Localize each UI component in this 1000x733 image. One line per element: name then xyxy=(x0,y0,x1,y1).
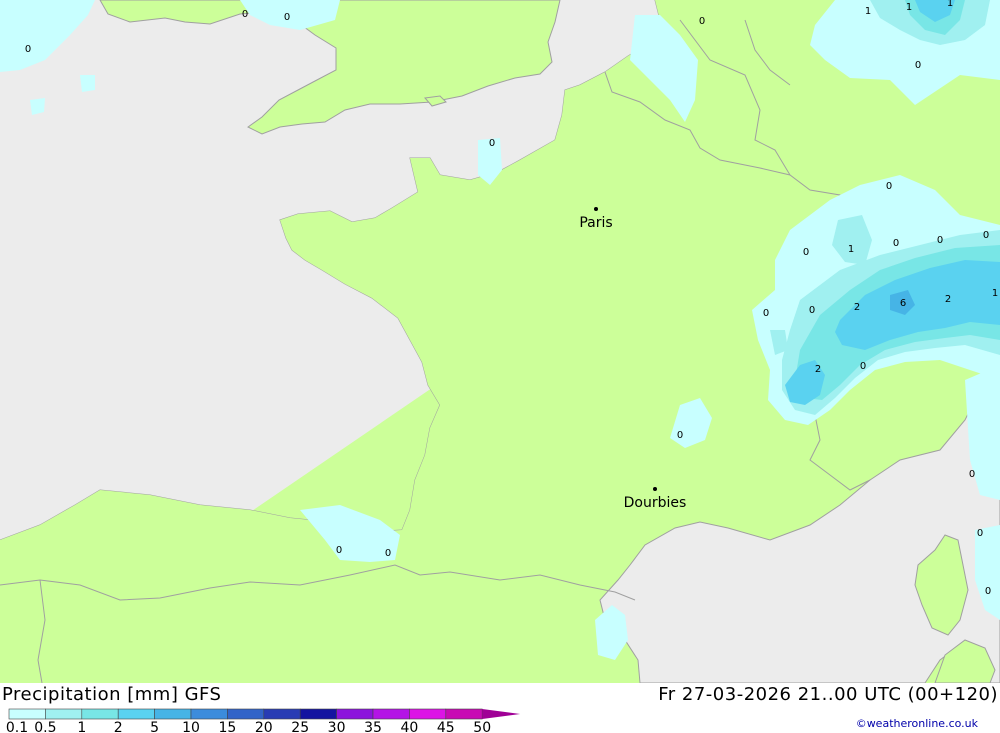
precip-label: 0 xyxy=(336,545,342,556)
precip-label: 0 xyxy=(809,305,815,316)
precip-label: 6 xyxy=(900,298,906,309)
legend-label: 10 xyxy=(182,720,200,733)
footer-bar: Precipitation [mm] GFS Fr 27-03-2026 21.… xyxy=(0,683,1000,733)
legend-swatch xyxy=(190,708,228,720)
city-marker-dourbies xyxy=(653,487,657,491)
credit-link[interactable]: ©weatheronline.co.uk xyxy=(856,717,978,730)
precip-label: 0 xyxy=(763,308,769,319)
city-label-paris: Paris xyxy=(579,215,612,231)
precip-label: 0 xyxy=(969,469,975,480)
precip-label: 0 xyxy=(893,238,899,249)
map-title: Precipitation [mm] GFS xyxy=(2,684,222,705)
legend-swatch xyxy=(8,708,46,720)
precip-label: 0 xyxy=(677,430,683,441)
legend-swatch xyxy=(227,708,265,720)
legend-label: 40 xyxy=(400,720,418,733)
legend-swatch xyxy=(336,708,374,720)
precip-label: 0 xyxy=(915,60,921,71)
legend-label: 20 xyxy=(255,720,273,733)
precip-label: 1 xyxy=(865,6,871,17)
legend-arrow xyxy=(482,709,521,719)
precip-label: 0 xyxy=(937,235,943,246)
precip-label: 1 xyxy=(992,288,998,299)
precip-label: 0 xyxy=(284,12,290,23)
map-svg: 0 0 0 0 1 1 1 0 0 0 0 1 0 0 0 0 0 2 6 2 … xyxy=(0,0,1000,684)
precip-label: 0 xyxy=(803,247,809,258)
precip-label: 0 xyxy=(985,586,991,597)
city-marker-paris xyxy=(594,207,598,211)
legend-label: 0.1 xyxy=(6,720,28,733)
legend-label: 1 xyxy=(77,720,86,733)
precip-label: 1 xyxy=(848,244,854,255)
precip-label: 2 xyxy=(854,302,860,313)
legend-label: 2 xyxy=(114,720,123,733)
forecast-datetime: Fr 27-03-2026 21..00 UTC (00+120) xyxy=(658,684,998,705)
legend-swatch xyxy=(154,708,192,720)
legend-swatch xyxy=(263,708,301,720)
legend-swatch xyxy=(445,708,483,720)
precip-label: 1 xyxy=(906,2,912,13)
precip-label: 0 xyxy=(886,181,892,192)
legend-label: 5 xyxy=(150,720,159,733)
legend-swatch xyxy=(81,708,119,720)
precip-label: 0 xyxy=(977,528,983,539)
precip-label: 0 xyxy=(242,9,248,20)
precipitation-map[interactable]: 0 0 0 0 1 1 1 0 0 0 0 1 0 0 0 0 0 2 6 2 … xyxy=(0,0,1000,684)
precip-label: 2 xyxy=(815,364,821,375)
legend-colorbar: 0.1 0.5 1 2 5 10 15 20 25 30 35 40 45 50 xyxy=(6,708,521,733)
legend-label: 50 xyxy=(473,720,491,733)
precip-label: 0 xyxy=(385,548,391,559)
legend-label: 45 xyxy=(437,720,455,733)
city-label-dourbies: Dourbies xyxy=(624,495,687,511)
legend-label: 35 xyxy=(364,720,382,733)
precip-label: 0 xyxy=(25,44,31,55)
precip-label: 1 xyxy=(947,0,953,9)
legend-swatch xyxy=(299,708,337,720)
precip-label: 2 xyxy=(945,294,951,305)
legend-label: 25 xyxy=(291,720,309,733)
precip-label: 0 xyxy=(699,16,705,27)
legend-swatch xyxy=(45,708,83,720)
precip-label: 0 xyxy=(983,230,989,241)
legend-swatch xyxy=(117,708,155,720)
precip-label: 0 xyxy=(860,361,866,372)
legend-label: 15 xyxy=(218,720,236,733)
legend-label: 30 xyxy=(328,720,346,733)
legend-swatch xyxy=(372,708,410,720)
legend-swatch xyxy=(409,708,447,720)
precip-label: 0 xyxy=(489,138,495,149)
legend-label: 0.5 xyxy=(34,720,56,733)
